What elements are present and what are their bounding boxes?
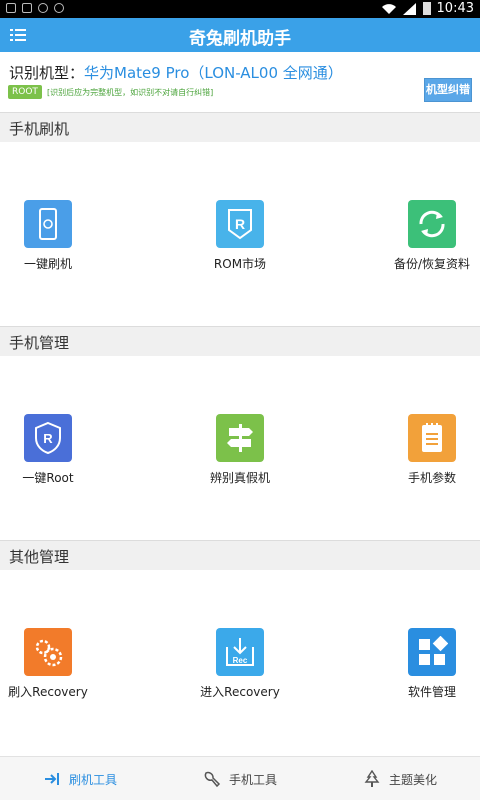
flash-tools-icon [44,773,59,785]
section-title: 其他管理 [9,548,70,566]
signpost-icon [216,414,264,462]
tab-label: 刷机工具 [68,772,117,787]
status-time: 10:43 [436,1,474,16]
section-title: 手机管理 [9,334,70,352]
app-title: 奇兔刷机助手 [189,29,291,49]
section-title: 手机刷机 [9,120,70,138]
item-label: 进入Recovery [200,685,280,699]
flash-recovery-item[interactable]: 刷入Recovery [0,628,160,700]
notepad-icon [408,414,456,462]
item-label: 辨别真假机 [209,471,270,485]
root-shield-icon: R [24,414,72,462]
alert-notification-icon [54,3,64,13]
bottom-nav: 刷机工具 手机工具 主题美化 [0,756,480,800]
svg-text:R: R [235,216,245,232]
backup-restore-item[interactable]: 备份/恢复资料 [320,200,480,272]
gears-icon [24,628,72,676]
signal-icon [402,2,416,15]
tree-icon [364,770,380,787]
enter-recovery-item[interactable]: Rec 进入Recovery [160,628,320,700]
section-header-other: 其他管理 [0,540,480,570]
item-label: 刷入Recovery [8,685,88,699]
backup-restore-icon [408,200,456,248]
rom-market-icon: R [216,200,264,248]
rec-download-icon: Rec [216,628,264,676]
device-model-value: 华为Mate9 Pro（LON-AL00 全网通） [84,64,343,82]
other-manage-grid: 刷入Recovery Rec 进入Recovery 软件管理 [0,570,480,754]
item-label: 备份/恢复资料 [393,257,471,271]
phone-flash-icon [24,200,72,248]
svg-text:Rec: Rec [233,656,248,665]
root-badge-label: ROOT [12,87,38,97]
wrench-icon [204,771,221,788]
phone-params-item[interactable]: 手机参数 [320,414,480,486]
flash-tools-grid: 一键刷机 R ROM市场 备份/恢复资料 [0,142,480,326]
item-label: 一键Root [22,471,74,485]
device-model-label: 识别机型： [9,64,85,82]
image-notification-icon [6,3,16,13]
wifi-icon [381,3,396,14]
device-hint-text: [识别后应为完整机型，如识别不对请自行纠错] [47,88,214,97]
device-info-panel: 识别机型：华为Mate9 Pro（LON-AL00 全网通） ROOT [识别后… [0,52,480,112]
model-correction-button[interactable]: 机型纠错 [424,78,472,102]
one-click-root-item[interactable]: R 一键Root [0,414,160,486]
rom-market-item[interactable]: R ROM市场 [160,200,320,272]
section-header-manage: 手机管理 [0,326,480,356]
app-titlebar: 奇兔刷机助手 [0,18,480,52]
sync-notification-icon [38,3,48,13]
download-notification-icon [22,3,32,13]
status-bar: 10:43 [0,0,480,18]
item-label: ROM市场 [213,257,267,271]
one-click-flash-item[interactable]: 一键刷机 [0,200,160,272]
svg-text:R: R [43,431,53,446]
battery-icon [422,2,431,15]
tab-theme[interactable]: 主题美化 [320,757,480,800]
tab-label: 主题美化 [388,772,437,787]
item-label: 手机参数 [407,471,456,485]
root-status-badge: ROOT [8,85,42,99]
phone-manage-grid: R 一键Root 辨别真假机 手机参数 [0,356,480,540]
tab-phone-tools[interactable]: 手机工具 [160,757,320,800]
app-manage-item[interactable]: 软件管理 [320,628,480,700]
device-model-line: 识别机型：华为Mate9 Pro（LON-AL00 全网通） [9,62,343,83]
apps-grid-icon [408,628,456,676]
notification-icons [6,3,64,13]
item-label: 一键刷机 [23,257,72,271]
authenticity-check-item[interactable]: 辨别真假机 [160,414,320,486]
section-header-flash: 手机刷机 [0,112,480,142]
tab-flash-tools[interactable]: 刷机工具 [0,757,160,800]
tab-label: 手机工具 [228,772,277,787]
item-label: 软件管理 [407,685,456,699]
